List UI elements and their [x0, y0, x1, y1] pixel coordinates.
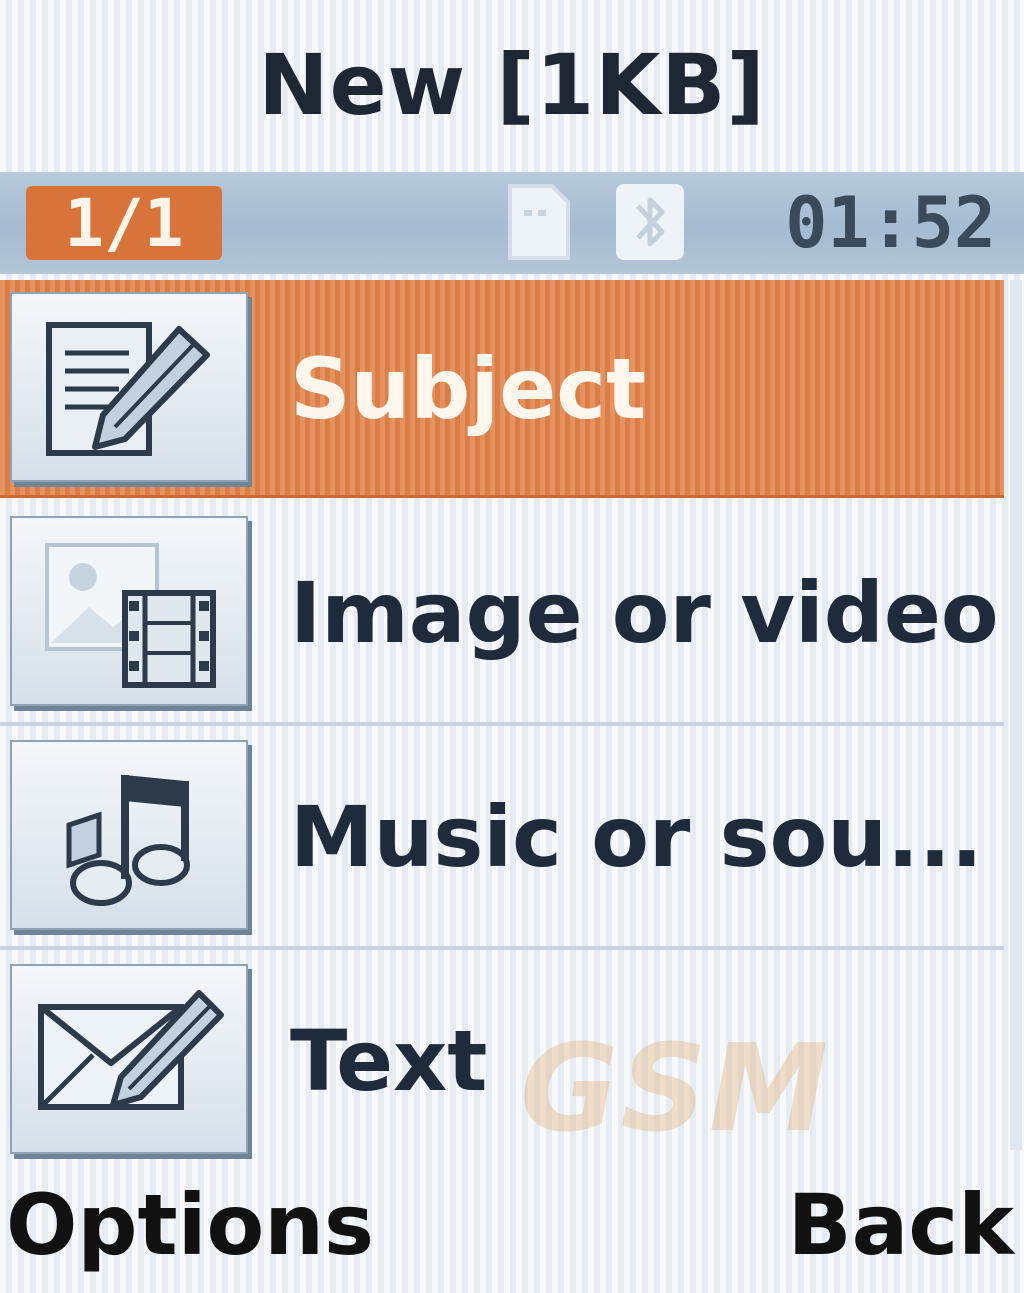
image-video-icon	[45, 543, 216, 688]
menu-item-label: Music or sou...	[290, 788, 983, 886]
menu-icon-tile	[10, 740, 248, 930]
menu-item-image-or-video[interactable]: Image or video	[0, 504, 1004, 726]
menu-icon-tile	[10, 964, 248, 1154]
menu-item-label: Image or video	[290, 564, 999, 662]
status-bar: 1/1 01:52	[0, 172, 1024, 274]
bluetooth-icon	[616, 184, 684, 260]
menu-item-text[interactable]: Text	[0, 952, 1004, 1170]
scrollbar[interactable]	[1010, 280, 1022, 1150]
back-button[interactable]: Back	[788, 1170, 1014, 1280]
envelope-pen-icon	[38, 990, 224, 1110]
edit-document-icon	[46, 322, 210, 456]
menu-icon-tile	[10, 516, 248, 706]
watermark: GSM	[520, 1020, 831, 1159]
divider	[0, 722, 1004, 726]
divider	[0, 946, 1004, 950]
clock: 01:52	[785, 182, 996, 264]
menu-item-subject[interactable]: Subject	[0, 280, 1004, 498]
menu-item-music-or-sound[interactable]: Music or sou...	[0, 728, 1004, 950]
music-icon	[66, 775, 190, 906]
memory-card-icon	[508, 184, 570, 260]
menu-item-label: Text	[290, 1012, 488, 1110]
page-title: New [1KB]	[258, 36, 766, 134]
menu-icon-tile	[10, 292, 248, 482]
phone-screen: New [1KB] 1/1 01:52 Subject Image or vid…	[0, 0, 1024, 1293]
softkey-bar: Options Back	[0, 1160, 1024, 1293]
menu-item-label: Subject	[290, 340, 647, 438]
options-button[interactable]: Options	[6, 1170, 374, 1280]
title-bar: New [1KB]	[0, 0, 1024, 170]
page-indicator: 1/1	[26, 185, 222, 262]
